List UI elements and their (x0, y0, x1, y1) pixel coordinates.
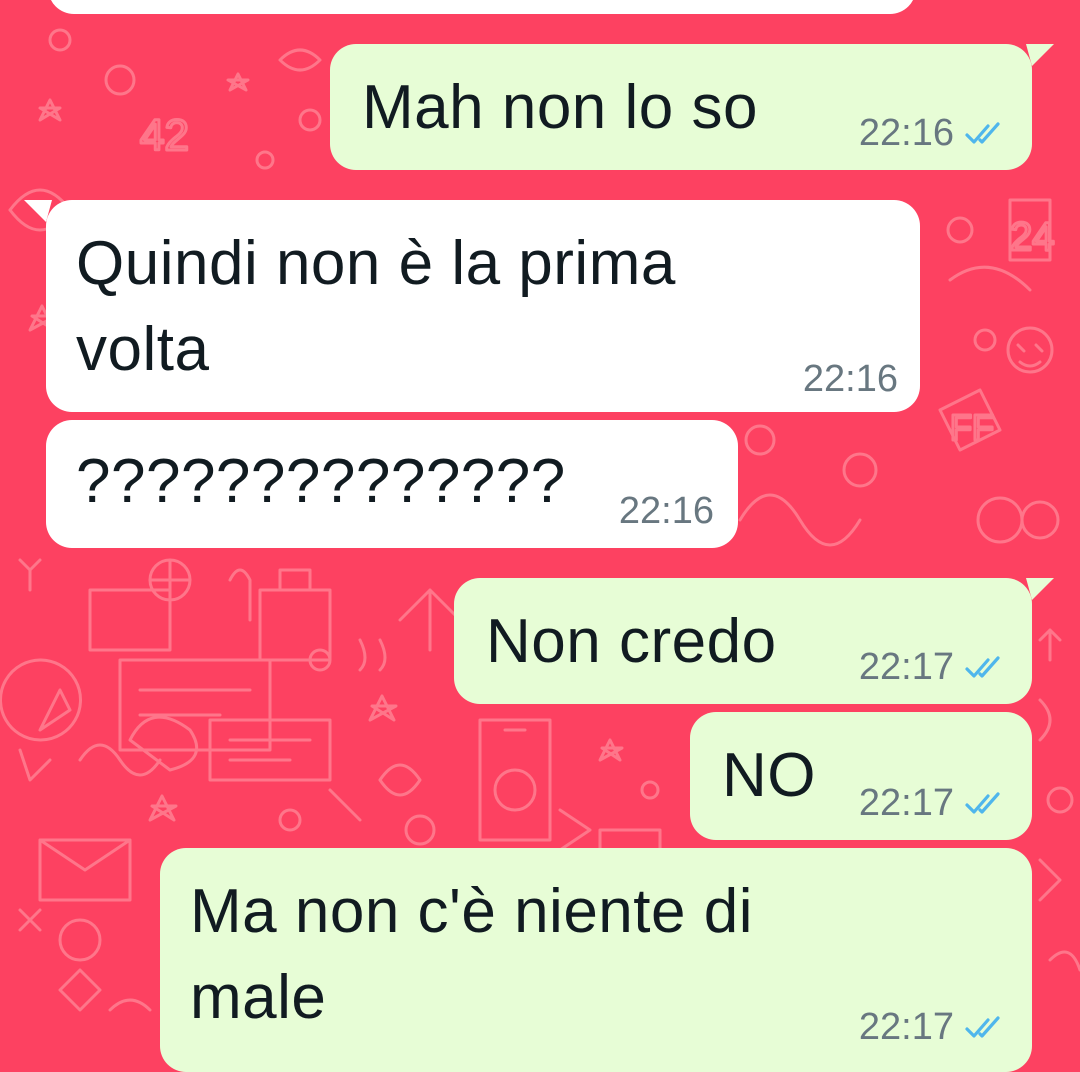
message-meta: 22:16 (619, 490, 714, 533)
svg-text:24: 24 (1010, 215, 1055, 259)
message-bubble-incoming[interactable]: Quindi non è la prima volta 22:16 (24, 200, 920, 412)
message-text-line: volta (76, 315, 210, 384)
message-meta: 22:17 (859, 646, 1004, 689)
message-text-line: Quindi non è la prima (76, 229, 676, 298)
double-check-icon (965, 791, 1000, 814)
message-bubble-outgoing[interactable]: NO 22:17 (690, 712, 1032, 840)
message-text-line: Ma non c'è niente di (190, 877, 753, 946)
message-time: 22:16 (858, 112, 954, 154)
message-meta: 22:16 (803, 358, 898, 401)
message-time: 22:17 (858, 782, 954, 824)
message-time: 22:17 (858, 1006, 954, 1048)
bubble-tail (24, 200, 52, 222)
message-bubble-outgoing[interactable]: Non credo 22:17 (454, 578, 1054, 704)
message-meta: 22:17 (859, 782, 1004, 825)
message-bubble-outgoing[interactable]: Mah non lo so 22:16 (330, 44, 1054, 170)
message-text: NO (722, 741, 816, 810)
bubble-tail (1026, 44, 1054, 66)
double-check-icon (965, 1015, 1000, 1038)
message-text-line: male (190, 963, 327, 1032)
message-meta: 22:17 (859, 1006, 1004, 1049)
message-bubble-incoming[interactable] (48, 0, 916, 14)
message-text: Non credo (486, 607, 777, 676)
double-check-icon (965, 121, 1000, 144)
message-text: Mah non lo so (362, 73, 758, 142)
svg-text:42: 42 (140, 111, 189, 160)
svg-text:FF: FF (950, 407, 994, 448)
bubble-tail (1026, 578, 1054, 600)
message-time: 22:16 (618, 490, 714, 532)
message-text: ?????????????? (76, 447, 566, 516)
message-time: 22:17 (858, 646, 954, 688)
double-check-icon (965, 655, 1000, 678)
message-time: 22:16 (802, 358, 898, 400)
message-meta: 22:16 (859, 112, 1004, 155)
message-bubble-outgoing[interactable]: Ma non c'è niente di male 22:17 (160, 848, 1032, 1072)
message-bubble-incoming[interactable]: ?????????????? 22:16 (46, 420, 738, 548)
